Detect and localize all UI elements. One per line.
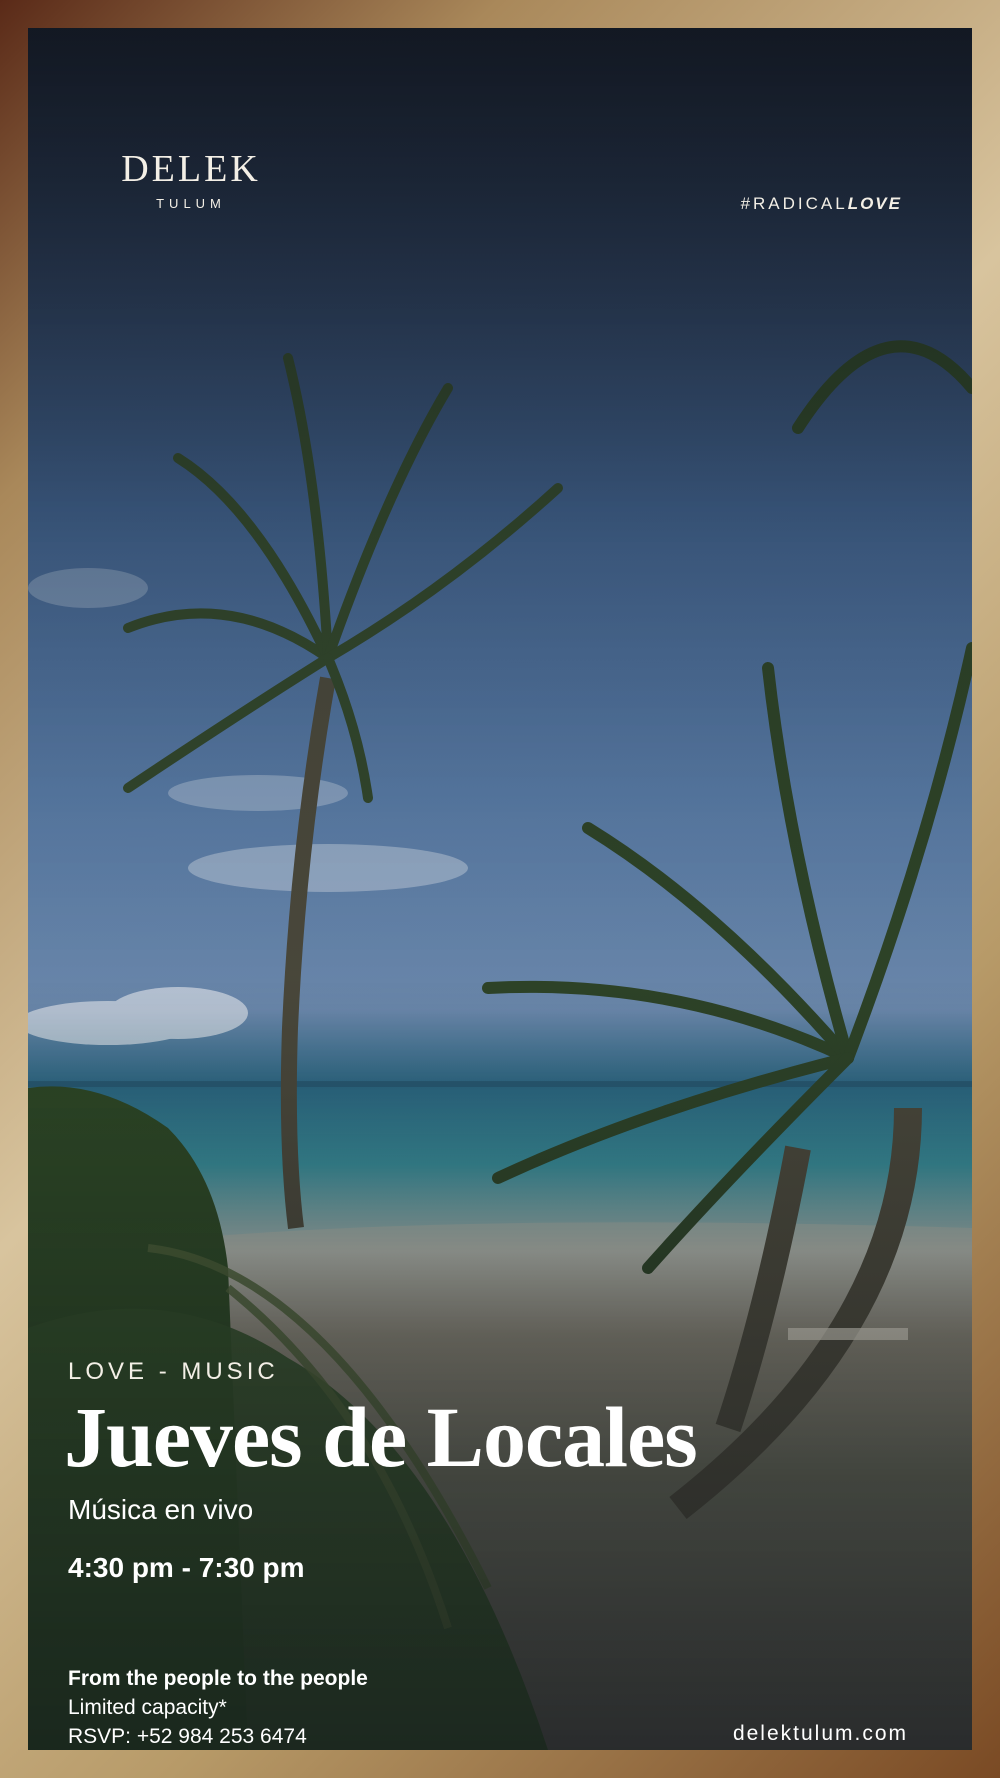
delek-logo: DELEK TULUM — [96, 150, 286, 211]
dark-overlay — [28, 28, 972, 1750]
footer-rsvp: RSVP: +52 984 253 6474 — [68, 1725, 307, 1748]
website-link[interactable]: delektulum.com — [733, 1722, 908, 1746]
event-category: LOVE - MUSIC — [68, 1358, 279, 1385]
hashtag-emphasis: LOVE — [847, 194, 902, 213]
footer-info: From the people to the people Limited ca… — [68, 1664, 368, 1750]
event-time: 4:30 pm - 7:30 pm — [68, 1552, 305, 1583]
hashtag: #RADICALLOVE — [741, 194, 902, 214]
hashtag-prefix: #RADICAL — [740, 194, 848, 213]
event-title: Jueves de Locales — [64, 1389, 698, 1485]
logo-location: TULUM — [156, 196, 226, 211]
footer-tagline: From the people to the people — [68, 1667, 368, 1690]
poster-panel: DELEK TULUM #RADICALLOVE LOVE - MUSIC Ju… — [28, 28, 972, 1750]
event-subtitle: Música en vivo — [68, 1494, 254, 1525]
footer-capacity: Limited capacity* — [68, 1696, 227, 1719]
logo-wordmark: DELEK — [121, 148, 261, 190]
